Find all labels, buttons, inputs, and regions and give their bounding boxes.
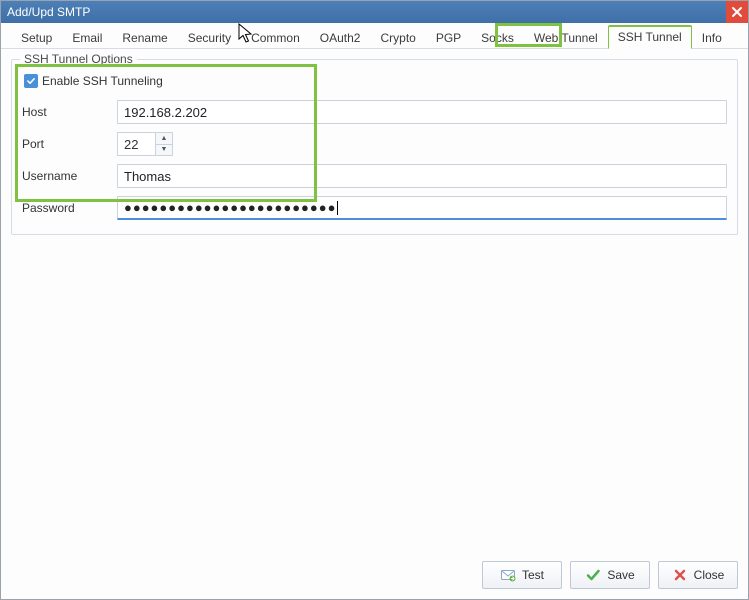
tab-content: SSH Tunnel Options Enable SSH Tunneling …: [1, 49, 748, 551]
tab-web-tunnel[interactable]: Web Tunnel: [524, 27, 608, 49]
dialog-window: Add/Upd SMTP Setup Email Rename Security…: [0, 0, 749, 600]
window-title: Add/Upd SMTP: [7, 5, 90, 19]
tab-email[interactable]: Email: [62, 27, 112, 49]
check-icon: [585, 567, 601, 583]
save-button[interactable]: Save: [570, 561, 650, 589]
username-input[interactable]: [117, 164, 727, 188]
spinner-up-icon[interactable]: ▲: [156, 133, 172, 145]
button-bar: Test Save Close: [1, 551, 748, 599]
password-input[interactable]: ●●●●●●●●●●●●●●●●●●●●●●●●: [117, 196, 727, 220]
tab-security[interactable]: Security: [178, 27, 241, 49]
tab-ssh-tunnel[interactable]: SSH Tunnel: [608, 25, 692, 49]
x-icon: [729, 4, 745, 20]
save-label: Save: [607, 568, 634, 582]
titlebar: Add/Upd SMTP: [1, 1, 748, 23]
tab-pgp[interactable]: PGP: [426, 27, 471, 49]
password-label: Password: [22, 201, 117, 215]
tab-info[interactable]: Info: [692, 27, 732, 49]
port-label: Port: [22, 137, 117, 151]
check-icon: [26, 76, 36, 86]
close-label: Close: [694, 568, 725, 582]
enable-tunneling-checkbox[interactable]: [24, 74, 38, 88]
tab-rename[interactable]: Rename: [112, 27, 177, 49]
port-spinner[interactable]: 22 ▲ ▼: [117, 132, 173, 156]
host-row: Host: [22, 96, 727, 128]
spinner-down-icon[interactable]: ▼: [156, 145, 172, 156]
port-row: Port 22 ▲ ▼: [22, 128, 727, 160]
enable-tunneling-row[interactable]: Enable SSH Tunneling: [22, 72, 727, 96]
mail-icon: [500, 567, 516, 583]
enable-tunneling-label: Enable SSH Tunneling: [42, 74, 163, 88]
close-icon: [672, 567, 688, 583]
tab-bar: Setup Email Rename Security Common OAuth…: [1, 23, 748, 49]
username-row: Username: [22, 160, 727, 192]
tab-socks[interactable]: Socks: [471, 27, 524, 49]
port-value[interactable]: 22: [117, 132, 155, 156]
password-masked-value: ●●●●●●●●●●●●●●●●●●●●●●●●: [124, 200, 336, 215]
text-caret: [337, 201, 338, 215]
host-input[interactable]: [117, 100, 727, 124]
tab-common[interactable]: Common: [241, 27, 310, 49]
tab-crypto[interactable]: Crypto: [370, 27, 425, 49]
test-label: Test: [522, 568, 544, 582]
host-label: Host: [22, 105, 117, 119]
tab-setup[interactable]: Setup: [11, 27, 62, 49]
close-button[interactable]: Close: [658, 561, 738, 589]
close-icon[interactable]: [726, 1, 748, 23]
groupbox-title: SSH Tunnel Options: [20, 52, 137, 66]
tab-oauth2[interactable]: OAuth2: [310, 27, 371, 49]
test-button[interactable]: Test: [482, 561, 562, 589]
username-label: Username: [22, 169, 117, 183]
form: Enable SSH Tunneling Host Port 22 ▲: [22, 72, 727, 224]
password-row: Password ●●●●●●●●●●●●●●●●●●●●●●●●: [22, 192, 727, 224]
ssh-tunnel-groupbox: SSH Tunnel Options Enable SSH Tunneling …: [11, 59, 738, 235]
